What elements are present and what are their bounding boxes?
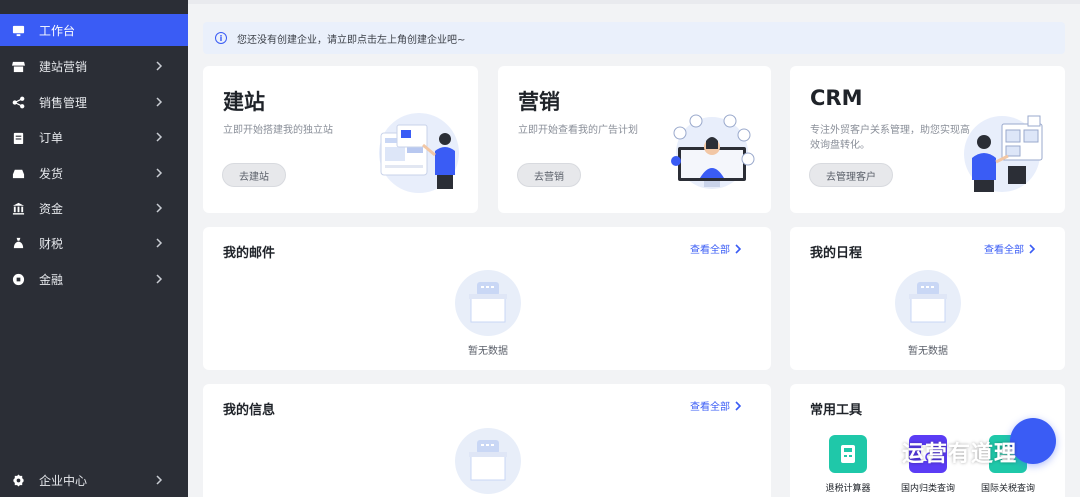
sidebar-item-funds[interactable]: 资金 (0, 192, 188, 224)
view-all-label: 查看全部 (984, 245, 1024, 256)
monitor-icon (11, 23, 25, 37)
notice-text: 您还没有创建企业，请立即点击左上角创建企业吧~ (237, 34, 466, 46)
chevron-right-icon (156, 238, 166, 248)
info-panel: 我的信息 查看全部 (203, 384, 771, 497)
empty-box-icon (469, 440, 507, 481)
sidebar-item-sales[interactable]: 销售管理 (0, 86, 188, 118)
sidebar-item-label: 金融 (39, 272, 64, 287)
store-icon (11, 59, 25, 73)
sidebar-item-workbench[interactable]: 工作台 (0, 14, 188, 46)
mail-view-all-link[interactable]: 查看全部 (690, 241, 741, 256)
schedule-view-all-link[interactable]: 查看全部 (984, 241, 1035, 256)
tool-label: 退税计算器 (825, 484, 871, 494)
calculator-icon (829, 435, 867, 473)
sidebar-item-label: 发货 (39, 166, 64, 181)
sidebar-item-label: 销售管理 (39, 95, 88, 110)
go-marketing-button[interactable]: 去营销 (517, 163, 581, 187)
go-build-site-button[interactable]: 去建站 (222, 163, 286, 187)
card-title: 建站 (223, 90, 265, 114)
panel-title: 我的邮件 (223, 246, 276, 261)
panel-title: 常用工具 (810, 403, 863, 418)
chevron-right-icon (156, 274, 166, 284)
empty-illustration (455, 428, 521, 494)
card-title: 营销 (518, 90, 560, 114)
notice-banner: i 您还没有创建企业，请立即点击左上角创建企业吧~ (203, 22, 1065, 54)
sidebar-item-label: 资金 (39, 201, 64, 216)
chevron-right-icon (156, 203, 166, 213)
site-card: 建站 立即开始搭建我的独立站 去建站 (203, 66, 478, 213)
sidebar-item-finance[interactable]: 金融 (0, 263, 188, 295)
chevron-right-icon (156, 168, 166, 178)
tool-tax-refund-calculator[interactable]: 退税计算器 (818, 435, 878, 494)
chevron-right-icon (156, 97, 166, 107)
panel-title: 我的信息 (223, 403, 276, 418)
crm-illustration (964, 115, 1043, 192)
sidebar-item-site-marketing[interactable]: 建站营销 (0, 50, 188, 82)
empty-illustration (895, 270, 961, 336)
share-icon (11, 95, 25, 109)
empty-box-icon (469, 282, 507, 323)
chevron-right-icon (156, 61, 166, 71)
tool-label: 国内归类查询 (900, 484, 955, 494)
card-description: 立即开始搭建我的独立站 (223, 125, 333, 136)
empty-box-icon (909, 282, 947, 323)
chevron-right-icon (156, 475, 166, 485)
empty-illustration (455, 270, 521, 336)
watermark: 运营有道理 (870, 436, 1017, 468)
sidebar: 工作台 建站营销 销售管理 订单 发货 资金 财税 金融 企业中心 (0, 0, 188, 497)
watermark-text: 运营有道理 (902, 442, 1018, 467)
chevron-right-icon (735, 243, 741, 254)
mail-panel: 我的邮件 查看全部 暂无数据 (203, 227, 771, 370)
wechat-logo-icon (870, 443, 896, 462)
view-all-label: 查看全部 (690, 402, 730, 413)
top-bar (188, 0, 1080, 4)
empty-text: 暂无数据 (468, 346, 508, 357)
sidebar-item-label: 财税 (39, 236, 64, 251)
marketing-card: 营销 立即开始查看我的广告计划 去营销 (498, 66, 771, 213)
tool-label: 国际关税查询 (980, 484, 1035, 494)
sidebar-item-label: 建站营销 (39, 59, 88, 74)
go-manage-customers-button[interactable]: 去管理客户 (809, 163, 893, 187)
bank-icon (11, 201, 25, 215)
chevron-right-icon (1029, 243, 1035, 254)
money-bag-icon (11, 236, 25, 250)
site-illustration (379, 113, 459, 193)
view-all-label: 查看全部 (690, 245, 730, 256)
card-description: 立即开始查看我的广告计划 (518, 125, 638, 136)
schedule-panel: 我的日程 查看全部 暂无数据 (790, 227, 1065, 370)
chevron-right-icon (156, 132, 166, 142)
empty-text: 暂无数据 (908, 346, 948, 357)
info-view-all-link[interactable]: 查看全部 (690, 398, 741, 413)
card-description: 专注外贸客户关系管理，助您实现高效询盘转化。 (810, 125, 970, 151)
chevron-right-icon (735, 400, 741, 411)
panel-title: 我的日程 (810, 246, 863, 261)
gear-icon (11, 473, 25, 487)
sidebar-item-shipping[interactable]: 发货 (0, 157, 188, 189)
crm-card: CRM 专注外贸客户关系管理，助您实现高效询盘转化。 去管理客户 (790, 66, 1065, 213)
sidebar-item-tax[interactable]: 财税 (0, 227, 188, 259)
sidebar-item-label: 企业中心 (39, 473, 88, 488)
card-title: CRM (810, 86, 863, 110)
sidebar-item-enterprise-center[interactable]: 企业中心 (0, 464, 188, 496)
info-icon: i (215, 32, 227, 44)
sidebar-item-label: 工作台 (39, 23, 76, 38)
sidebar-item-orders[interactable]: 订单 (0, 121, 188, 153)
coin-icon (11, 272, 25, 286)
sidebar-item-label: 订单 (39, 130, 64, 145)
marketing-illustration (671, 114, 755, 189)
truck-icon (11, 166, 25, 180)
clipboard-icon (11, 130, 25, 144)
